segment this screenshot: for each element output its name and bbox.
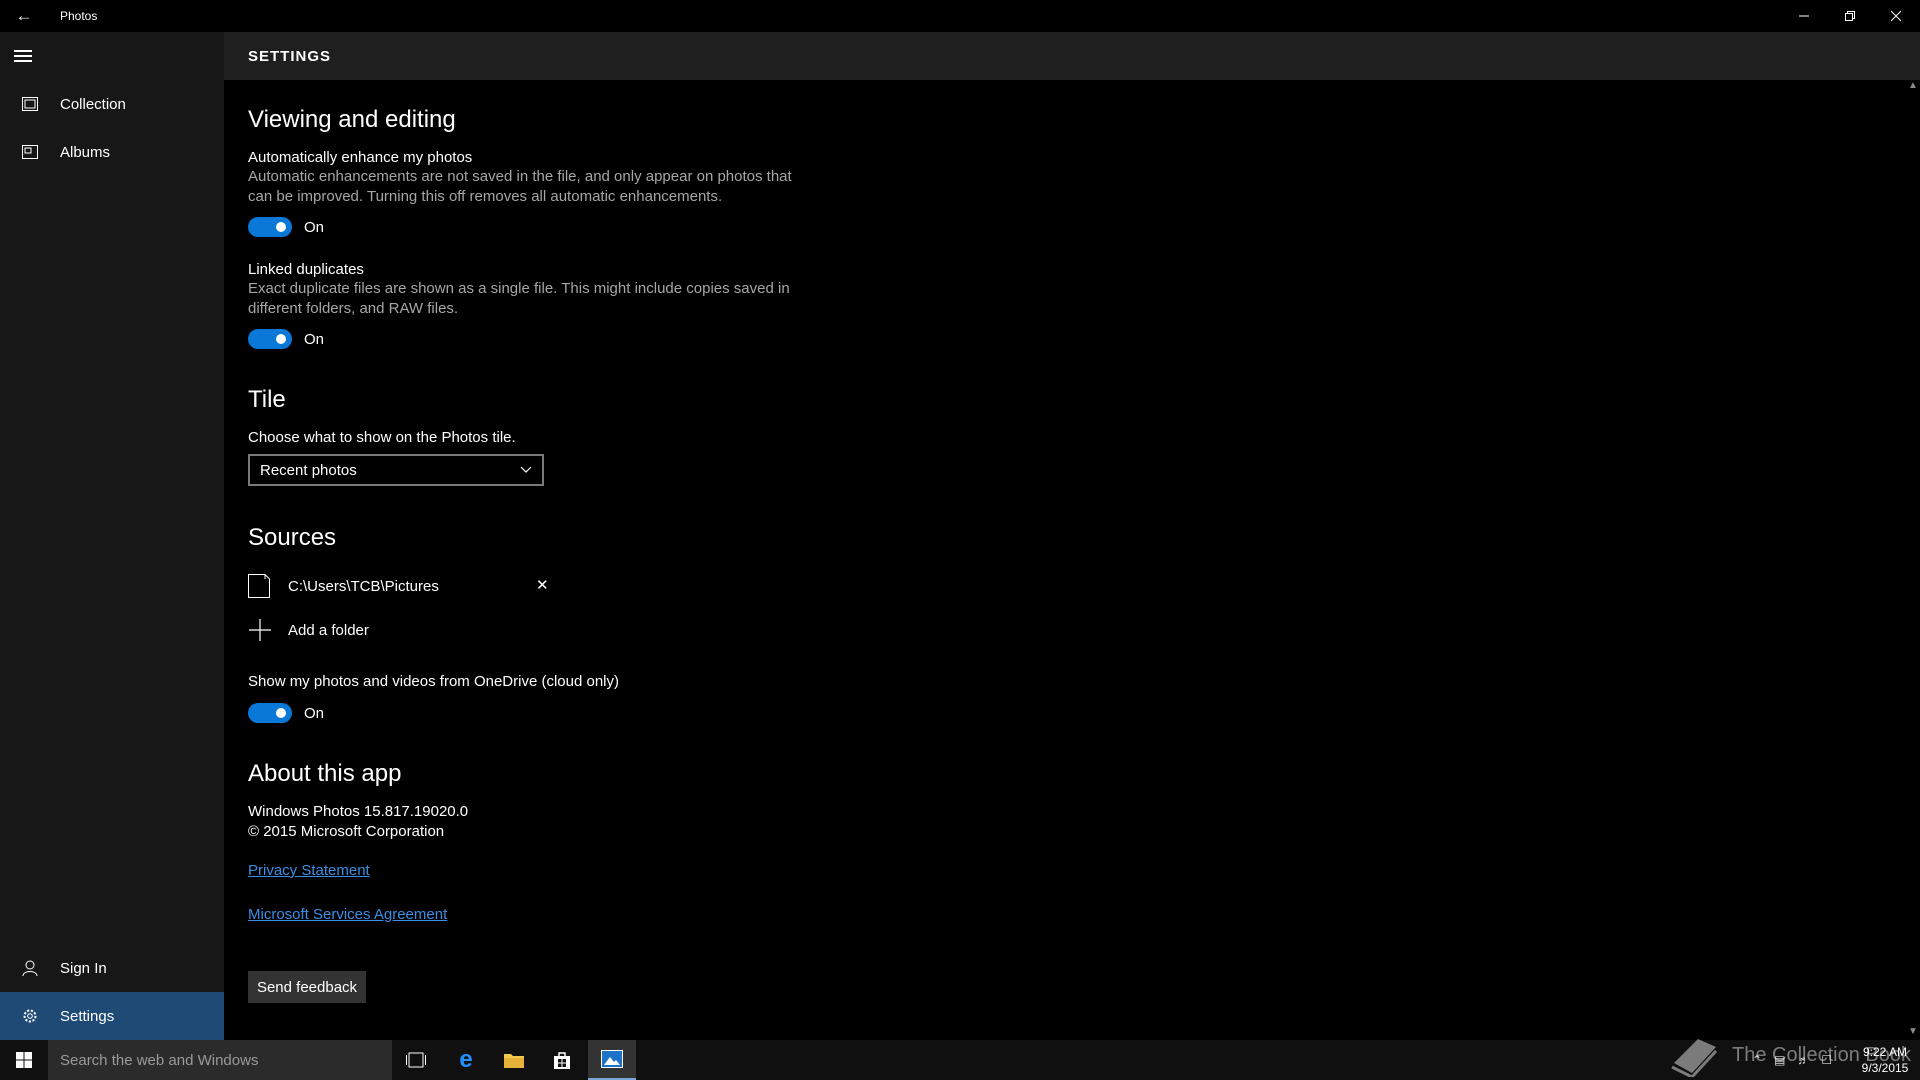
settings-content: Viewing and editing Automatically enhanc… (224, 80, 1914, 1040)
enhance-toggle[interactable] (248, 217, 292, 237)
duplicates-label: Linked duplicates (248, 261, 364, 278)
sidebar-item-label: Sign In (60, 959, 107, 977)
services-agreement-link[interactable]: Microsoft Services Agreement (248, 906, 447, 923)
task-view-button[interactable] (392, 1040, 440, 1080)
windows-logo-icon (16, 1052, 32, 1068)
edge-icon: e (459, 1046, 473, 1073)
copyright: © 2015 Microsoft Corporation (248, 823, 445, 840)
sidebar-item-albums[interactable]: Albums (0, 128, 224, 176)
page-header: SETTINGS (224, 32, 1920, 80)
store-bag-icon (554, 1052, 570, 1069)
close-icon (1891, 11, 1901, 21)
hamburger-menu-icon[interactable] (14, 50, 32, 64)
enhance-description: Automatic enhancements are not saved in … (248, 168, 792, 205)
window-title: Photos (60, 9, 98, 23)
close-button[interactable] (1873, 0, 1919, 32)
taskbar: Search the web and Windows e ⌃ ▤ ♬ ☐ 9:2… (0, 1040, 1920, 1080)
start-button[interactable] (0, 1040, 48, 1080)
duplicates-toggle[interactable] (248, 329, 292, 349)
sidebar-item-sign-in[interactable]: Sign In (0, 944, 224, 992)
tile-label: Choose what to show on the Photos tile. (248, 429, 516, 446)
minimize-button[interactable] (1781, 0, 1827, 32)
albums-icon (0, 145, 60, 159)
tile-dropdown[interactable]: Recent photos (248, 454, 544, 486)
add-folder-label: Add a folder (288, 622, 369, 639)
sidebar-item-label: Albums (60, 143, 111, 161)
watermark-text: The Collection Book (1732, 1043, 1911, 1066)
onedrive-toggle[interactable] (248, 703, 292, 723)
task-view-icon (406, 1052, 426, 1068)
source-folder-path: C:\Users\TCB\Pictures (288, 578, 439, 595)
book-logo-icon (1671, 1039, 1718, 1077)
onedrive-label: Show my photos and videos from OneDrive … (248, 673, 620, 690)
sidebar-item-label: Collection (60, 95, 126, 113)
enhance-toggle-state: On (304, 219, 325, 236)
section-title-viewing: Viewing and editing (248, 106, 456, 133)
scrollbar[interactable]: ▲ ▼ (1904, 80, 1920, 1040)
send-feedback-button[interactable]: Send feedback (248, 971, 366, 1003)
collection-icon (0, 97, 60, 111)
section-title-about: About this app (248, 760, 402, 787)
watermark: The Collection Book (1668, 1030, 1911, 1080)
search-placeholder: Search the web and Windows (60, 1052, 259, 1069)
restore-icon (1845, 11, 1855, 21)
folder-icon (248, 574, 270, 598)
edge-browser-button[interactable]: e (442, 1040, 490, 1080)
remove-folder-icon[interactable]: ✕ (536, 576, 549, 594)
scroll-up-icon[interactable]: ▲ (1908, 80, 1918, 91)
store-button[interactable] (538, 1040, 586, 1080)
back-arrow-icon[interactable]: ← (14, 6, 34, 26)
restore-button[interactable] (1827, 0, 1873, 32)
person-icon (0, 960, 60, 976)
sidebar: Collection Albums Sign In Settings (0, 32, 224, 1040)
photos-icon (601, 1050, 623, 1068)
file-explorer-button[interactable] (490, 1040, 538, 1080)
duplicates-description: Exact duplicate files are shown as a sin… (248, 280, 790, 317)
onedrive-toggle-state: On (304, 705, 325, 722)
chevron-down-icon (520, 466, 532, 473)
folder-icon (504, 1054, 524, 1068)
app-version: Windows Photos 15.817.19020.0 (248, 803, 469, 820)
add-folder-button[interactable]: Add a folder (248, 616, 548, 646)
privacy-statement-link[interactable]: Privacy Statement (248, 862, 370, 879)
title-bar: ← Photos (0, 0, 1920, 32)
sidebar-item-label: Settings (60, 1007, 115, 1025)
source-folder-row: C:\Users\TCB\Pictures ✕ (248, 572, 549, 602)
plus-icon (249, 619, 271, 641)
enhance-label: Automatically enhance my photos (248, 149, 473, 166)
taskbar-search-box[interactable]: Search the web and Windows (48, 1040, 392, 1080)
sidebar-item-collection[interactable]: Collection (0, 80, 224, 128)
page-title: SETTINGS (248, 48, 332, 65)
sidebar-item-settings[interactable]: Settings (0, 992, 224, 1040)
section-title-tile: Tile (248, 386, 286, 413)
gear-icon (0, 1008, 60, 1024)
minimize-icon (1799, 15, 1809, 17)
tile-dropdown-value: Recent photos (260, 462, 357, 479)
section-title-sources: Sources (248, 524, 337, 551)
duplicates-toggle-state: On (304, 331, 325, 348)
photos-app-button[interactable] (588, 1040, 636, 1080)
